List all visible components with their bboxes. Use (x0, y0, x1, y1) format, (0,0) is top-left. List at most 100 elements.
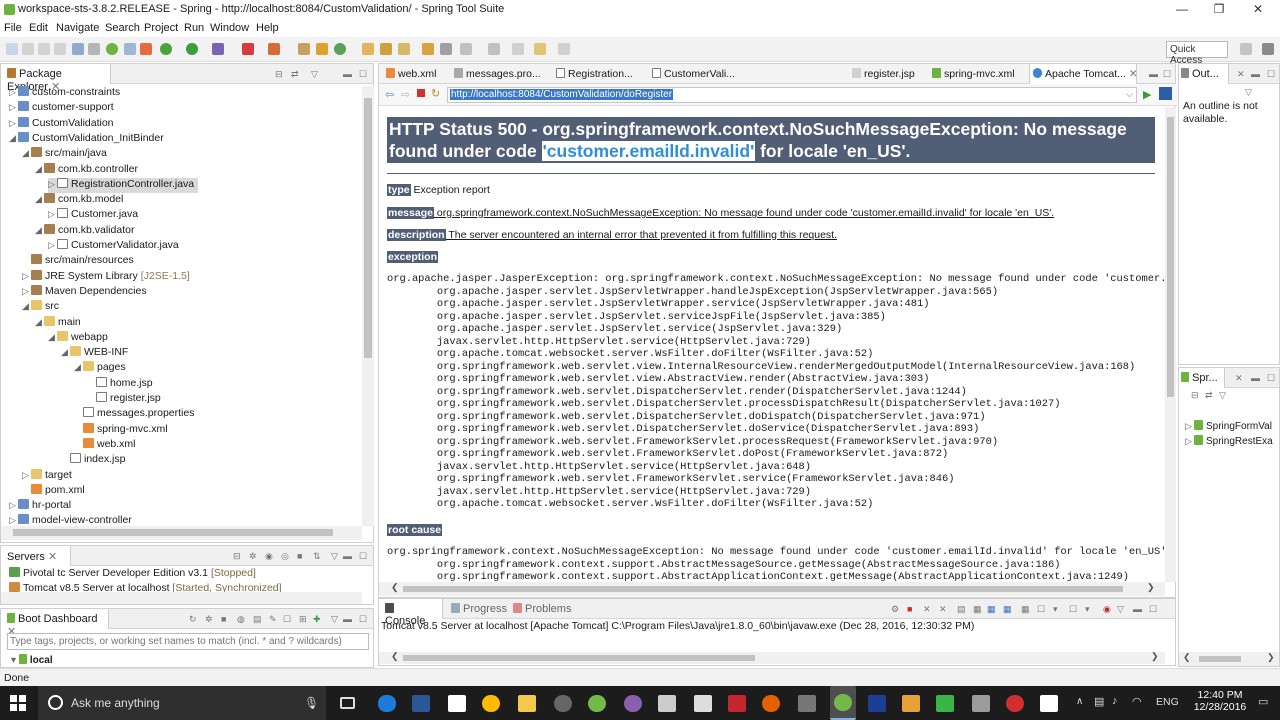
open-type-icon[interactable] (362, 43, 374, 55)
expand-toggle-icon[interactable]: ▷ (9, 102, 18, 113)
pin-icon[interactable]: ▦ (1021, 604, 1030, 615)
clock[interactable]: 12:40 PM 12/28/2016 (1190, 689, 1250, 713)
view-menu-icon[interactable]: ▽ (331, 614, 338, 625)
horizontal-scrollbar[interactable] (1, 526, 362, 540)
forward-icon[interactable] (558, 43, 570, 55)
zip-icon[interactable] (902, 695, 920, 712)
tab-problems[interactable]: Problems (507, 599, 577, 619)
notepad-icon[interactable] (658, 695, 676, 712)
firefox-icon[interactable] (762, 695, 780, 712)
tree-item[interactable]: pom.xml (22, 483, 85, 499)
expand-toggle-icon[interactable]: ▷ (9, 118, 18, 129)
boot-local-item[interactable]: ▾ local (11, 654, 53, 664)
scroll-left-icon[interactable]: ❮ (391, 582, 399, 593)
browser-back-icon[interactable]: ⇦ (385, 88, 394, 101)
expand-toggle-icon[interactable]: ▷ (9, 87, 18, 98)
maximize-view-icon[interactable]: ☐ (1267, 69, 1275, 80)
debug-icon[interactable] (160, 43, 172, 55)
tab-register-jsp[interactable]: register.jsp (849, 64, 918, 84)
spring-explorer-tab[interactable]: Spr... (1179, 368, 1225, 388)
menu-file[interactable]: File (4, 22, 22, 34)
skip-breakpoints-icon[interactable] (88, 43, 100, 55)
network-icon[interactable]: ▤ (1094, 695, 1104, 708)
tree-item[interactable]: ▷ customer-support (9, 101, 114, 116)
collapse-all-icon[interactable]: ⊟ (275, 69, 283, 80)
open-console-icon[interactable]: ▾ (1053, 604, 1058, 615)
tree-item[interactable]: ▷ Maven Dependencies (22, 284, 147, 300)
expand-toggle-icon[interactable]: ▷ (22, 286, 31, 297)
server-item[interactable]: Tomcat v8.5 Server at localhost [Started… (9, 582, 282, 592)
spring-project-item[interactable]: ▷ SpringFormVal (1185, 420, 1272, 432)
tree-item[interactable]: src/main/resources (22, 254, 134, 269)
java-perspective-icon[interactable] (1262, 43, 1274, 55)
file-explorer-icon[interactable] (518, 695, 536, 712)
browser-url-input[interactable]: http://localhost:8084/CustomValidation/d… (447, 87, 1137, 103)
sts-active-icon[interactable] (830, 686, 856, 720)
sts-icon[interactable] (588, 695, 606, 712)
tree-item[interactable]: index.jsp (61, 453, 125, 468)
view-menu-icon[interactable]: ▽ (1219, 390, 1226, 401)
microphone-icon[interactable]: 🎙 (304, 696, 319, 710)
clear-console-icon[interactable]: ▤ (957, 604, 966, 615)
debug-icon[interactable]: ◉ (1103, 604, 1111, 615)
close-icon[interactable]: ✕ (1235, 373, 1243, 384)
open-task-icon[interactable] (380, 43, 392, 55)
tree-item[interactable]: spring-mvc.xml (74, 422, 168, 438)
tray-chevron-icon[interactable]: ∧ (1076, 696, 1083, 707)
debug-server-icon[interactable]: ✲ (249, 551, 257, 562)
expand-toggle-icon[interactable]: ◢ (35, 317, 44, 328)
minimize-view-icon[interactable]: ▬ (1251, 373, 1260, 383)
terminal-icon[interactable] (1040, 695, 1058, 712)
expand-toggle-icon[interactable]: ◢ (9, 133, 18, 144)
open-perspective-icon[interactable] (1240, 43, 1252, 55)
menu-window[interactable]: Window (210, 22, 249, 34)
server-item[interactable]: Pivotal tc Server Developer Edition v3.1… (9, 567, 256, 579)
expand-toggle-icon[interactable]: ▷ (9, 500, 18, 511)
maximize-editor-icon[interactable]: ☐ (1163, 69, 1171, 80)
start-server-icon[interactable]: ◉ (265, 551, 273, 562)
terminate-icon[interactable] (242, 43, 254, 55)
expand-toggle-icon[interactable]: ◢ (35, 164, 44, 175)
vertical-scrollbar[interactable] (1165, 107, 1176, 582)
chrome-icon[interactable] (482, 695, 500, 712)
tree-item[interactable]: ◢ pages (74, 361, 126, 376)
menu-run[interactable]: Run (184, 22, 204, 34)
tab-apache-tomcat[interactable]: Apache Tomcat... ✕ (1029, 64, 1138, 84)
stop-app-icon[interactable]: ■ (221, 614, 226, 624)
browser-stop-icon[interactable] (417, 89, 425, 97)
eclipse-icon[interactable] (624, 695, 642, 712)
server-icon[interactable] (124, 43, 136, 55)
link-with-editor-icon[interactable]: ⇄ (291, 69, 299, 80)
expand-toggle-icon[interactable]: ◢ (35, 194, 44, 205)
browser-forward-icon[interactable]: ⇨ (401, 88, 410, 101)
publish-icon[interactable]: ⇅ (313, 551, 321, 562)
expand-toggle-icon[interactable]: ▷ (48, 209, 57, 220)
new-class-icon[interactable] (334, 43, 346, 55)
new-console-icon[interactable]: ☐ (1069, 604, 1077, 615)
expand-toggle-icon[interactable]: ▷ (22, 470, 31, 481)
boot-dashboard-filter-input[interactable] (7, 633, 369, 650)
view-menu-icon[interactable]: ▽ (331, 551, 338, 562)
expand-toggle-icon[interactable]: ◢ (35, 225, 44, 236)
scroll-lock-icon[interactable]: ▦ (973, 604, 982, 615)
add-icon[interactable]: ✚ (313, 614, 321, 625)
quick-access-input[interactable]: Quick Access (1166, 41, 1228, 66)
tree-item[interactable]: ◢ WEB-INF (61, 346, 128, 361)
horizontal-scrollbar[interactable] (1, 592, 362, 604)
tree-item[interactable]: ▷ RegistrationController.java (48, 177, 199, 193)
expand-toggle-icon[interactable]: ▷ (22, 271, 31, 282)
tab-spring-mvc-xml[interactable]: spring-mvc.xml (929, 64, 1018, 84)
maximize-view-icon[interactable]: ☐ (359, 69, 367, 80)
package-explorer-tab[interactable]: Package Explorer ✕ (1, 64, 111, 93)
remove-launch-icon[interactable]: ✕ (923, 604, 931, 615)
annotation-icon[interactable] (422, 43, 434, 55)
search-tool-icon[interactable] (398, 43, 410, 55)
task-view-icon[interactable] (340, 697, 355, 709)
acrobat-icon[interactable] (728, 695, 746, 712)
maximize-button[interactable]: ❐ (1204, 2, 1234, 17)
app-icon[interactable] (798, 695, 816, 712)
scroll-right-icon[interactable]: ❯ (1151, 651, 1159, 662)
notepad-plus-icon[interactable] (936, 695, 954, 712)
tab-messages-properties[interactable]: messages.pro... (451, 64, 544, 84)
word-icon[interactable] (412, 695, 430, 712)
